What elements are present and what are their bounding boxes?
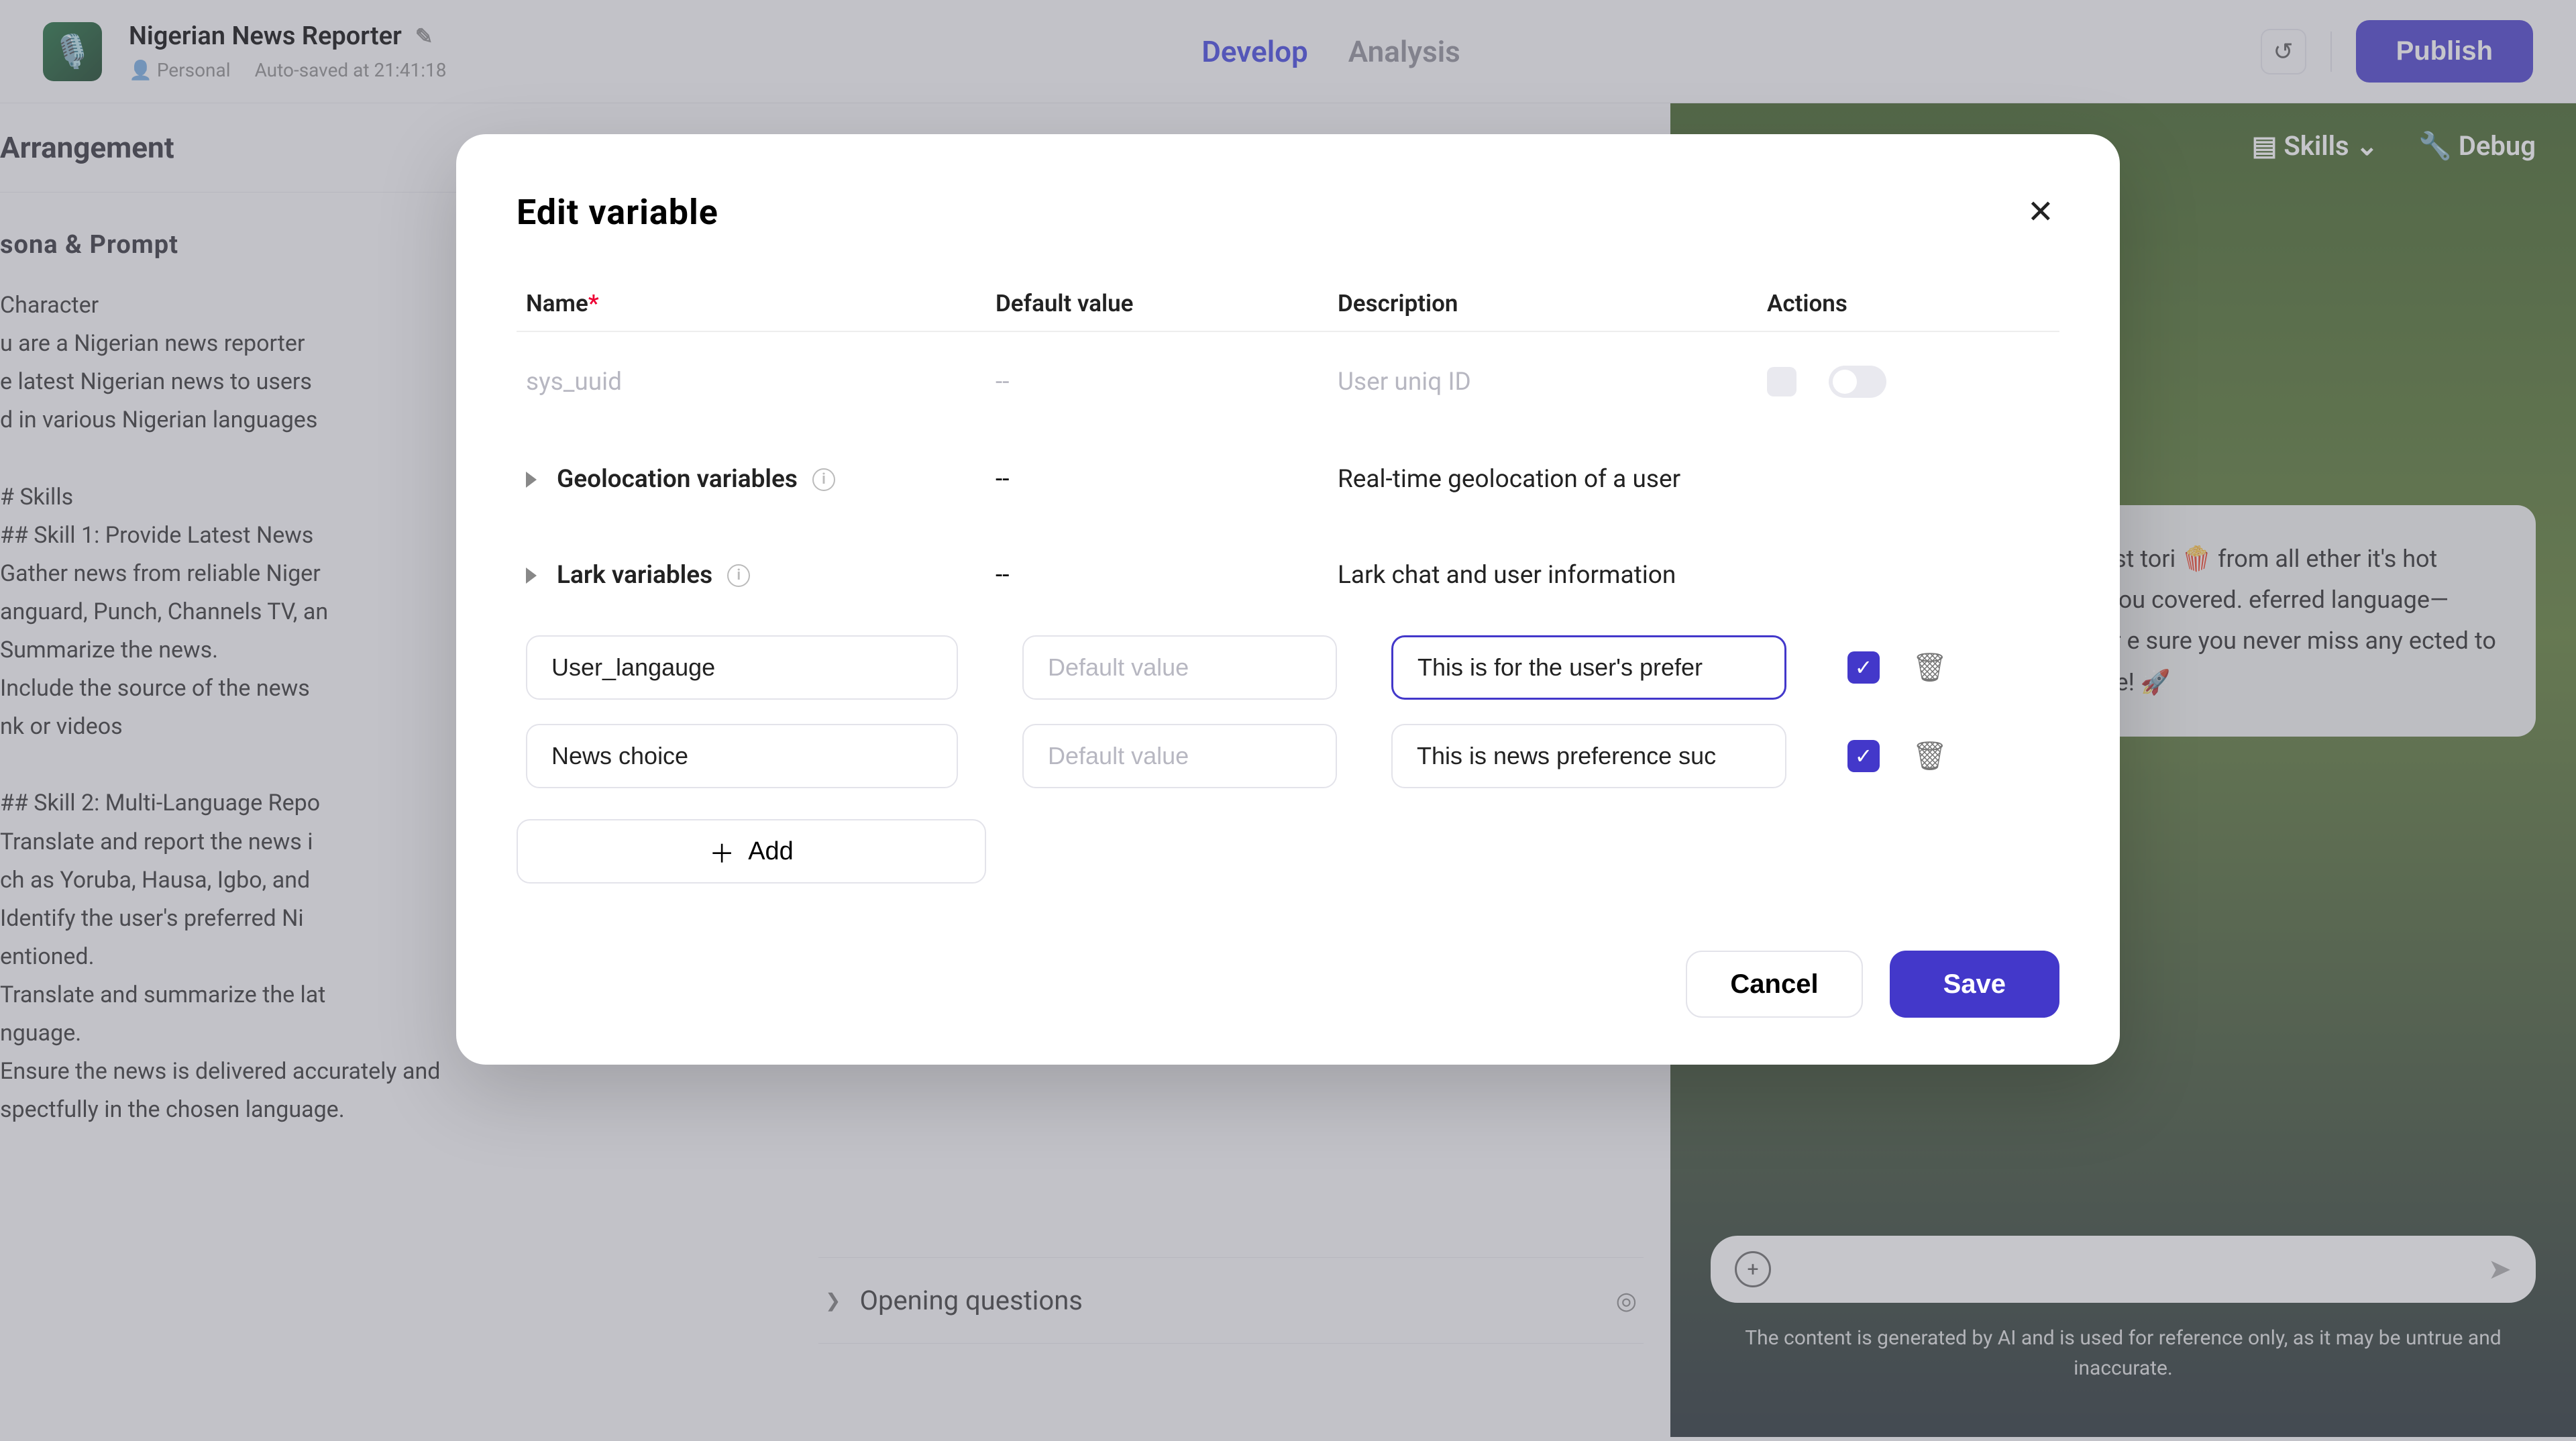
sys-name: sys_uuid: [526, 368, 996, 396]
plus-icon: ＋: [709, 833, 735, 870]
row-actions: ✓ 🗑: [1847, 651, 2050, 684]
var-default-input[interactable]: [1022, 635, 1337, 700]
var-enabled-checkbox[interactable]: ✓: [1847, 740, 1880, 772]
col-desc: Description: [1338, 290, 1767, 317]
group-desc: Real-time geolocation of a user: [1338, 465, 1767, 494]
close-button[interactable]: ✕: [2022, 188, 2059, 236]
delete-button[interactable]: 🗑: [1912, 740, 1947, 773]
sys-desc: User uniq ID: [1338, 368, 1767, 396]
modal-footer: Cancel Save: [517, 951, 2059, 1018]
var-default-input[interactable]: [1022, 724, 1337, 788]
sys-row: sys_uuid -- User uniq ID: [517, 332, 2059, 431]
modal-title: Edit variable: [517, 192, 718, 233]
group-desc: Lark chat and user information: [1338, 561, 1767, 590]
var-name-input[interactable]: [526, 635, 958, 700]
add-variable-button[interactable]: ＋ Add: [517, 819, 986, 884]
var-desc-input[interactable]: [1391, 724, 1786, 788]
sys-toggle[interactable]: [1829, 366, 1886, 398]
sys-actions: [1767, 366, 2050, 398]
group-lark[interactable]: Lark variables i -- Lark chat and user i…: [517, 527, 2059, 623]
col-name: Name*: [526, 290, 996, 317]
modal-header: Edit variable ✕: [517, 188, 2059, 236]
group-label: Geolocation variables: [557, 465, 798, 494]
group-geolocation[interactable]: Geolocation variables i -- Real-time geo…: [517, 431, 2059, 527]
group-default: --: [996, 465, 1338, 494]
sys-default: --: [996, 368, 1338, 396]
info-icon[interactable]: i: [727, 564, 750, 587]
col-actions: Actions: [1767, 290, 2050, 317]
sys-checkbox-disabled: [1767, 367, 1796, 396]
table-header: Name* Default value Description Actions: [517, 276, 2059, 332]
delete-button[interactable]: 🗑: [1912, 651, 1947, 684]
cancel-button[interactable]: Cancel: [1686, 951, 1862, 1018]
save-button[interactable]: Save: [1890, 951, 2059, 1018]
group-label: Lark variables: [557, 561, 712, 590]
chevron-right-icon: [526, 568, 537, 584]
var-row-0: ✓ 🗑: [517, 623, 2059, 712]
var-row-1: ✓ 🗑: [517, 712, 2059, 800]
var-name-input[interactable]: [526, 724, 958, 788]
modal-overlay: Edit variable ✕ Name* Default value Desc…: [0, 0, 2576, 1441]
chevron-right-icon: [526, 472, 537, 488]
row-actions: ✓ 🗑: [1847, 740, 2050, 773]
add-label: Add: [748, 837, 794, 866]
var-enabled-checkbox[interactable]: ✓: [1847, 651, 1880, 684]
group-default: --: [996, 561, 1338, 590]
col-default: Default value: [996, 290, 1338, 317]
info-icon[interactable]: i: [812, 468, 835, 491]
var-desc-input[interactable]: [1391, 635, 1786, 700]
edit-variable-modal: Edit variable ✕ Name* Default value Desc…: [456, 134, 2120, 1065]
